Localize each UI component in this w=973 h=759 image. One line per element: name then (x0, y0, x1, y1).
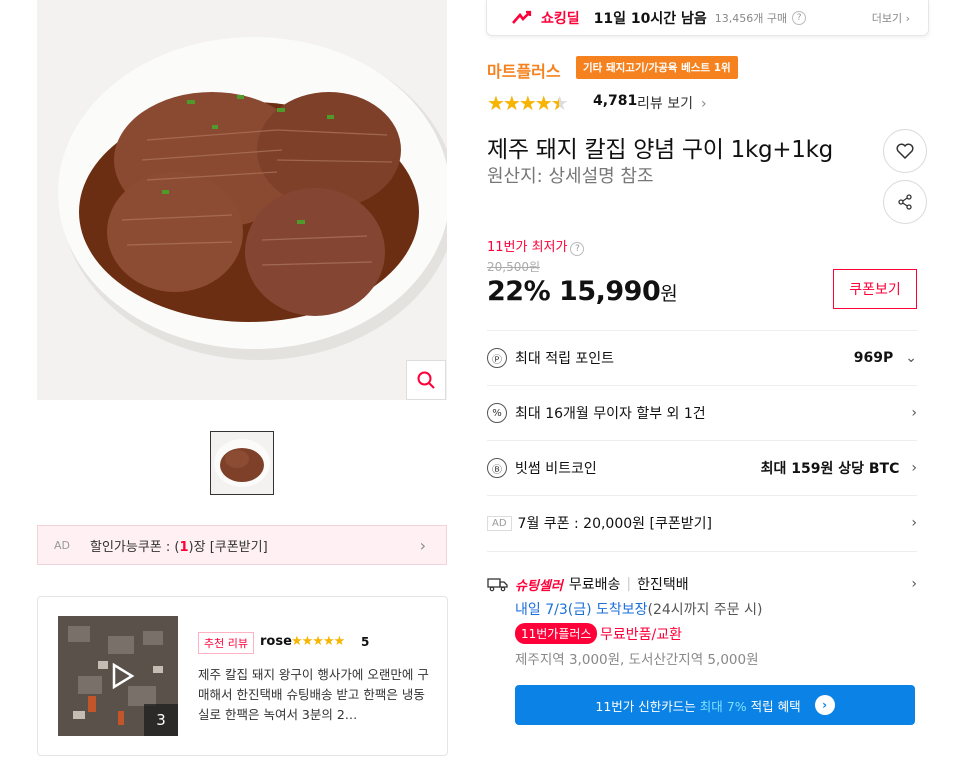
chevron-right-icon: › (911, 576, 917, 592)
product-thumbnail[interactable] (210, 431, 274, 495)
chevron-right-icon: › (419, 535, 426, 555)
lowest-price-label: 11번가 최저가? (487, 236, 585, 256)
sale-price: 22% 15,990원 (487, 276, 678, 307)
point-icon: Ⓟ (487, 348, 507, 368)
plus-badge: 11번가플러스 (515, 623, 598, 644)
reviewer-name: rose (260, 634, 292, 649)
share-button[interactable] (883, 180, 927, 224)
rating-stars: ★★★★★ ★★★★★ (487, 91, 569, 115)
shipping-section: 슈팅셀러 무료배송 | 한진택배 › 내일 7/3(금) 도착보장(24시까지 … (487, 551, 917, 731)
regional-fee: 제주지역 3,000원, 도서산간지역 5,000원 (515, 652, 759, 668)
benefit-row-points[interactable]: Ⓟ 최대 적립 포인트 969P ⌄ (487, 330, 917, 385)
chevron-right-icon: › (911, 515, 917, 531)
seller-brand[interactable]: 마트플러스 (487, 58, 561, 82)
deal-label: 쇼킹딜 (541, 10, 580, 27)
product-main-image[interactable] (37, 0, 447, 400)
chevron-right-icon: › (911, 405, 917, 421)
ad-icon: AD (487, 515, 512, 531)
deal-time-left: 11일 10시간 남음 (593, 10, 707, 27)
chevron-right-icon: › (911, 460, 917, 476)
product-origin: 원산지: 상세설명 참조 (487, 166, 654, 187)
deal-sold-count: 13,456개 구매 (714, 11, 788, 25)
arrow-right-icon: › (814, 695, 835, 715)
review-tag: 추천 리뷰 (198, 632, 254, 654)
review-link[interactable]: 리뷰 보기 › (637, 93, 707, 113)
shooting-seller-logo: 슈팅셀러 (515, 578, 563, 594)
deal-icon (512, 10, 532, 24)
benefit-row-bitcoin[interactable]: Ⓑ 빗썸 비트코인 최대 159원 상당 BTC › (487, 440, 917, 495)
deal-more-link[interactable]: 더보기 › (872, 10, 910, 26)
chevron-right-icon: › (700, 96, 707, 112)
ad-coupon-text: 할인가능쿠폰 : (1)장 [쿠폰받기] (90, 539, 268, 555)
review-stars: ★★★★★ (291, 634, 345, 649)
truck-icon (487, 578, 508, 592)
review-text[interactable]: 제주 칼집 돼지 왕구이 행사가에 오랜만에 구매해서 한진택배 슈팅배송 받고… (198, 665, 430, 725)
card-benefit-button[interactable]: 11번가 신한카드는 최대 7% 적립 혜택 › (515, 685, 915, 725)
zoom-button[interactable] (406, 360, 446, 400)
wishlist-button[interactable] (883, 129, 927, 173)
help-icon[interactable]: ? (570, 242, 585, 256)
free-return-text: 무료반품/교환 (600, 627, 682, 643)
coupon-view-button[interactable]: 쿠폰보기 (833, 269, 917, 309)
recommended-review-card[interactable]: 3 추천 리뷰 rose ★★★★★ 5 제주 칼집 돼지 왕구이 행사가에 오… (37, 596, 448, 756)
original-price: 20,500원 (487, 260, 541, 274)
benefit-row-coupon[interactable]: AD 7월 쿠폰 : 20,000원 [쿠폰받기] › (487, 495, 917, 550)
benefit-row-installment[interactable]: % 최대 16개월 무이자 할부 외 1건 › (487, 385, 917, 440)
shipping-summary[interactable]: 슈팅셀러 무료배송 | 한진택배 › (487, 574, 917, 594)
bitcoin-icon: Ⓑ (487, 458, 507, 478)
delivery-date: 내일 7/3(금) 도착보장(24시까지 주문 시) (515, 602, 763, 618)
review-photo[interactable]: 3 (58, 616, 178, 736)
product-title: 제주 돼지 칼집 양념 구이 1kg+1kg (487, 137, 833, 163)
share-icon (898, 194, 912, 210)
ad-label: AD (54, 538, 70, 552)
help-icon[interactable]: ? (792, 10, 807, 25)
review-count[interactable]: 4,781 (593, 93, 637, 109)
ad-coupon-bar[interactable]: AD 할인가능쿠폰 : (1)장 [쿠폰받기] › (37, 525, 447, 565)
discount-rate: 22% (487, 276, 551, 307)
heart-icon (896, 143, 914, 159)
chevron-down-icon: ⌄ (905, 350, 917, 366)
photo-count: 3 (144, 704, 178, 736)
percent-icon: % (487, 403, 507, 423)
play-icon (112, 662, 135, 690)
shocking-deal-banner[interactable]: 쇼킹딜 11일 10시간 남음 13,456개 구매 ? 더보기 › (486, 0, 929, 36)
review-score: 5 (361, 635, 370, 649)
best-badge[interactable]: 기타 돼지고기/가공육 베스트 1위 (576, 56, 738, 79)
magnifier-icon (417, 371, 435, 389)
